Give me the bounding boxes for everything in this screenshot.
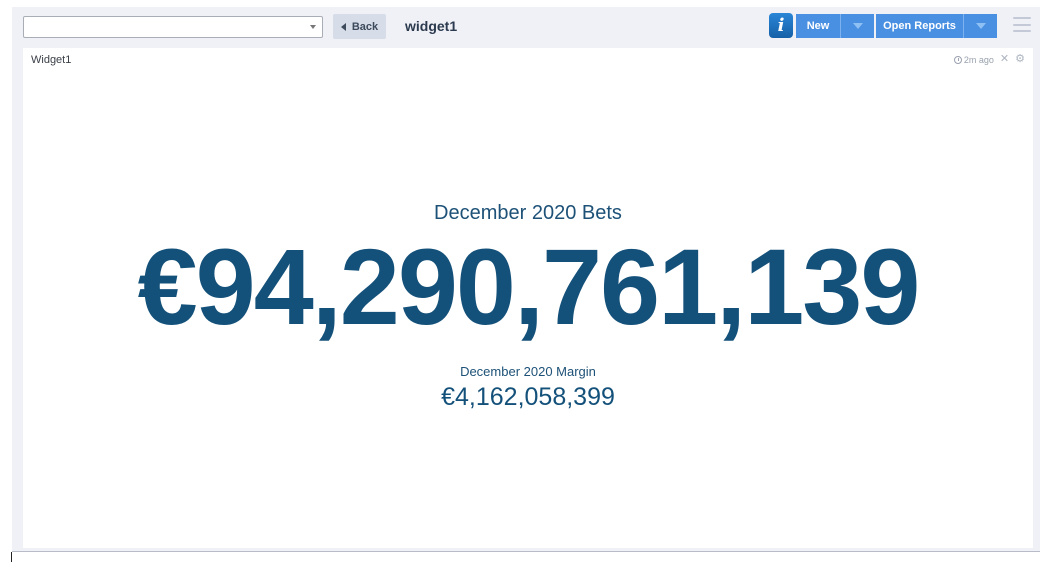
- open-reports-button-label[interactable]: Open Reports: [876, 14, 963, 38]
- kpi-secondary-title: December 2020 Margin: [460, 364, 596, 379]
- report-select[interactable]: [23, 16, 323, 38]
- kpi-secondary-value: €4,162,058,399: [441, 383, 615, 411]
- open-reports-button[interactable]: Open Reports: [876, 14, 997, 38]
- new-button-label[interactable]: New: [796, 14, 840, 38]
- back-button-label: Back: [351, 20, 379, 33]
- divider: [12, 551, 1040, 552]
- hamburger-menu-icon[interactable]: [1013, 17, 1031, 32]
- kpi-title: December 2020 Bets: [434, 202, 622, 224]
- new-dropdown-toggle[interactable]: [840, 14, 874, 38]
- last-updated-text: 2m ago: [963, 54, 994, 65]
- chevron-down-icon: [310, 25, 316, 29]
- text-cursor: [11, 552, 12, 562]
- clock-icon: [953, 55, 962, 64]
- new-button[interactable]: New: [796, 14, 874, 38]
- widget-meta: 2m ago ✕ ⚙: [953, 54, 1025, 65]
- caret-left-icon: [340, 22, 346, 31]
- page-title: widget1: [405, 18, 458, 34]
- widget-title: Widget1: [31, 54, 72, 66]
- app-window: Back widget1 i New Open Reports Widget1 …: [12, 7, 1040, 552]
- kpi-value: €94,290,761,139: [137, 226, 921, 347]
- expand-icon[interactable]: ✕: [1000, 54, 1009, 65]
- toolbar: Back widget1 i New Open Reports: [12, 7, 1040, 47]
- chevron-down-icon: [975, 23, 986, 29]
- back-button[interactable]: Back: [333, 14, 386, 39]
- gear-icon[interactable]: ⚙: [1015, 54, 1025, 65]
- info-icon[interactable]: i: [769, 13, 793, 38]
- last-updated: 2m ago: [953, 54, 994, 65]
- chevron-down-icon: [852, 23, 863, 29]
- widget-panel: Widget1 2m ago ✕ ⚙ December 2020 Bets €9…: [23, 48, 1033, 548]
- open-reports-dropdown-toggle[interactable]: [963, 14, 997, 38]
